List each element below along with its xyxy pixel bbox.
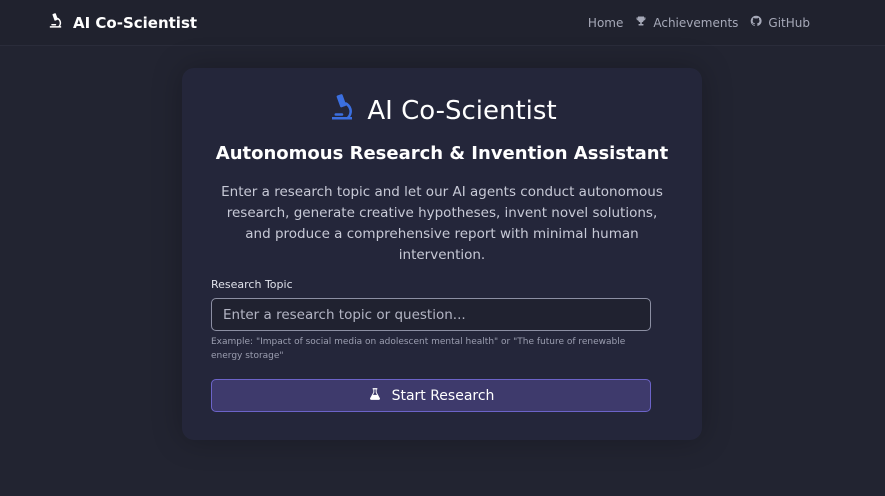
start-research-button[interactable]: Start Research	[211, 379, 651, 412]
brand-link[interactable]: AI Co-Scientist	[47, 12, 197, 33]
nav-github-link[interactable]: GitHub	[750, 15, 810, 30]
start-research-label: Start Research	[391, 387, 495, 404]
brand-name: AI Co-Scientist	[73, 13, 198, 32]
nav-github-label: GitHub	[768, 15, 810, 30]
hero-description: Enter a research topic and let our AI ag…	[221, 184, 663, 263]
top-navbar: AI Co-Scientist Home Achievements GitHub	[0, 0, 885, 46]
microscope-icon	[47, 12, 64, 33]
nav-home-label: Home	[587, 15, 624, 30]
nav-achievements-label: Achievements	[653, 15, 739, 30]
hero-subtitle: Autonomous Research & Invention Assistan…	[215, 143, 669, 164]
github-icon	[750, 15, 763, 30]
research-topic-input[interactable]	[211, 298, 651, 331]
microscope-icon	[327, 92, 357, 129]
research-topic-hint: Example: "Impact of social media on adol…	[211, 337, 626, 361]
research-topic-label: Research Topic	[211, 278, 293, 291]
nav-achievements-link[interactable]: Achievements	[635, 15, 738, 30]
research-card: AI Co-Scientist Autonomous Research & In…	[182, 68, 702, 440]
nav-home-link[interactable]: Home	[588, 15, 623, 30]
hero-title: AI Co-Scientist	[182, 92, 702, 129]
nav-links: Home Achievements GitHub	[588, 15, 810, 30]
hero-title-text: AI Co-Scientist	[367, 95, 557, 126]
flask-icon	[368, 387, 382, 405]
trophy-icon	[635, 15, 647, 30]
